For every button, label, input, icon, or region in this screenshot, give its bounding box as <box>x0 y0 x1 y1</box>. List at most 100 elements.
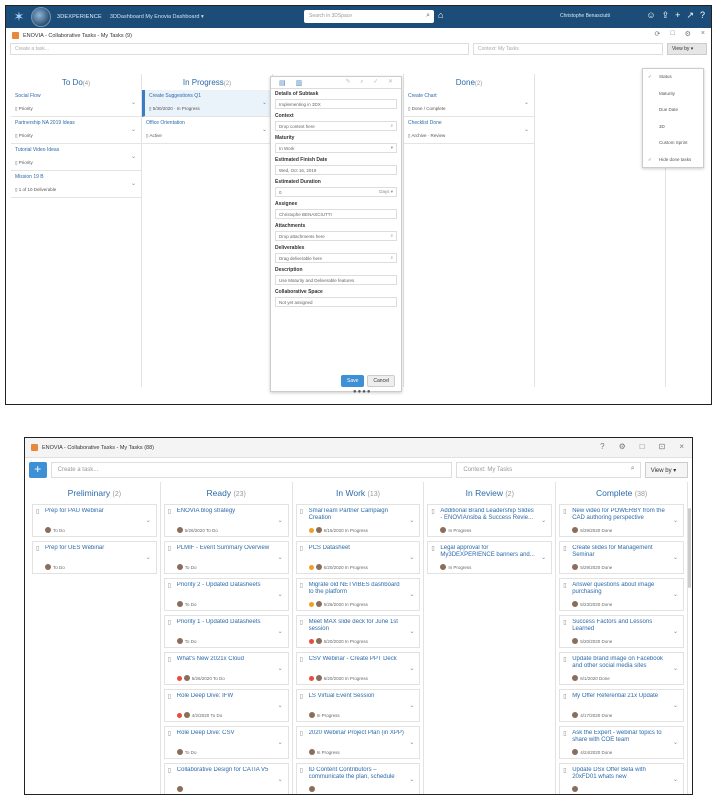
task-card[interactable]: ▯ Create slides for Management Seminar ⌄ 5/… <box>559 541 684 574</box>
search-icon[interactable]: ⌕ <box>426 12 430 20</box>
task-card[interactable]: ▯ Legal approval for My3DEXPERIENCE banne… <box>427 541 553 574</box>
task-card[interactable]: Office Orientation ▯ Active ⌄ <box>142 117 272 144</box>
task-title[interactable]: ENOVIA blog strategy <box>177 508 284 515</box>
chevron-down-icon[interactable]: ⌄ <box>673 591 678 598</box>
chevron-down-icon[interactable]: ⌄ <box>146 554 151 561</box>
view-by-button[interactable]: View by ▾ <box>644 462 689 478</box>
task-card[interactable]: ▯ What's New 2021x Cloud ⌄ 6/26/2020 To Do <box>163 652 289 685</box>
task-title[interactable]: Migrate old NETVIBES dashboard to the pl… <box>309 582 416 596</box>
settings-icon[interactable]: ⚙ <box>619 442 626 451</box>
task-card[interactable]: Mission 19 B ▯ 1 of 10 Deliverable ⌄ <box>11 171 141 198</box>
dashboard-label[interactable]: 3DDashboard My Enovia Dashboard ▾ <box>110 14 204 20</box>
context-input[interactable]: Context: My Tasks <box>473 43 663 55</box>
search-icon[interactable]: ⌕ <box>390 123 393 128</box>
chevron-down-icon[interactable]: ⌄ <box>541 554 546 561</box>
task-card[interactable]: ▯ Answer questions about image purchasing… <box>559 578 684 611</box>
task-title[interactable]: Create slides for Management Seminar <box>572 545 679 559</box>
user-icon[interactable]: ☺ <box>646 10 655 21</box>
field-value[interactable]: Christophe BENASCIUTTI <box>275 209 397 219</box>
task-card[interactable]: Tutorial Video Ideas ▯ Priority ⌄ <box>11 144 141 171</box>
settings-icon[interactable]: ⚙ <box>685 30 691 38</box>
maximize-icon[interactable]: □ <box>670 30 674 38</box>
task-title[interactable]: Answer questions about image purchasing <box>572 582 679 596</box>
task-card[interactable]: ▯ Update DSx Offer Beta with 20xFD01 what… <box>559 763 684 794</box>
chevron-down-icon[interactable]: ⌄ <box>278 702 283 709</box>
add-icon[interactable]: + <box>675 10 680 21</box>
task-title[interactable]: Additional Brand Leadership Slides - ENO… <box>440 508 547 522</box>
chevron-down-icon[interactable]: ⌄ <box>131 99 136 106</box>
close-icon[interactable]: × <box>679 442 684 451</box>
view-by-option[interactable]: ✓ Hide done tasks <box>643 152 703 169</box>
context-input[interactable]: Context: My Tasks ⌕ <box>456 462 641 478</box>
tag-icon[interactable]: ⌂ <box>438 10 443 20</box>
task-title[interactable]: Update brand image on Facebook and other… <box>572 656 679 670</box>
task-card[interactable]: ▯ Priority 1 - Updated Datasheets ⌄ To Do <box>163 615 289 648</box>
task-title[interactable]: Checklist Done <box>408 120 530 126</box>
task-card[interactable]: ▯ Priority 2 - Updated Datasheets ⌄ To Do <box>163 578 289 611</box>
chevron-down-icon[interactable]: ⌄ <box>409 591 414 598</box>
chevron-down-icon[interactable]: ⌄ <box>409 739 414 746</box>
task-card[interactable]: ▯ Additional Brand Leadership Slides - EN… <box>427 504 553 537</box>
chevron-down-icon[interactable]: ⌄ <box>278 554 283 561</box>
task-card[interactable]: ▯ LS Virtual Event Session ⌄ In Progress <box>295 689 421 722</box>
chevron-down-icon[interactable]: ⌄ <box>278 665 283 672</box>
activity-tab-icon[interactable]: ▥ <box>296 79 303 87</box>
task-title[interactable]: Role Deep Dive: IFW <box>177 693 284 700</box>
task-title[interactable]: ID Content Contributors – communicate th… <box>309 767 416 781</box>
task-title[interactable]: Role Deep Dive: CSV <box>177 730 284 737</box>
task-title[interactable]: PLMIF - Event Summary Overview <box>177 545 284 552</box>
view-by-button[interactable]: View by ▾ <box>667 43 707 55</box>
chevron-down-icon[interactable]: ⌄ <box>673 776 678 783</box>
task-card[interactable]: ▯ PLMIF - Event Summary Overview ⌄ To Do <box>163 541 289 574</box>
chevron-down-icon[interactable]: ▾ <box>391 145 393 151</box>
chevron-down-icon[interactable]: ⌄ <box>409 702 414 709</box>
refresh-icon[interactable]: ⟳ <box>655 30 661 38</box>
compass-icon[interactable]: ✶ <box>11 9 27 25</box>
task-title[interactable]: Office Orientation <box>146 120 268 126</box>
cancel-button[interactable]: Cancel <box>367 375 395 387</box>
chevron-down-icon[interactable]: ⌄ <box>409 776 414 783</box>
task-title[interactable]: Create Suggestions Q1 <box>149 93 268 99</box>
task-title[interactable]: Ask the Expert - webinar topics to share… <box>572 730 679 744</box>
pager-dots[interactable]: ●●●● <box>353 389 372 395</box>
fullscreen-icon[interactable]: ⊡ <box>659 442 666 451</box>
task-card[interactable]: ▯ PCS Datasheet ⌄ 6/20/2020 In Progress <box>295 541 421 574</box>
task-title[interactable]: CSV Webinar - Create PPT Deck <box>309 656 416 663</box>
task-card[interactable]: ▯ Role Deep Dive: CSV ⌄ To Do <box>163 726 289 759</box>
task-title[interactable]: Update DSx Offer Beta with 20xFD01 whats… <box>572 767 679 781</box>
task-title[interactable]: Prep for PAU Webinar <box>45 508 152 515</box>
view-by-option[interactable]: Maturity <box>643 86 703 103</box>
compass-apps-icon[interactable]: ↗ <box>686 10 694 21</box>
field-value[interactable]: Drop context here ⌕ <box>275 121 397 131</box>
task-card[interactable]: ▯ CSV Webinar - Create PPT Deck ⌄ 6/20/2020… <box>295 652 421 685</box>
create-task-input[interactable]: Create a task... <box>10 43 469 55</box>
help-icon[interactable]: ? <box>600 442 604 451</box>
chevron-down-icon[interactable]: ⌄ <box>409 517 414 524</box>
task-card[interactable]: ▯ Prep for UES Webinar ⌄ To Do <box>32 541 157 574</box>
chevron-down-icon[interactable]: ⌄ <box>278 739 283 746</box>
view-by-option[interactable]: 3D <box>643 119 703 136</box>
maximize-icon[interactable]: □ <box>640 442 645 451</box>
task-title[interactable]: Meet MAX slide deck for June 1st session <box>309 619 416 633</box>
task-card[interactable]: ▯ New video for POWERBY from the CAD auth… <box>559 504 684 537</box>
chevron-down-icon[interactable]: ⌄ <box>673 702 678 709</box>
search-icon[interactable]: ⌕ <box>390 233 393 238</box>
task-card[interactable]: ▯ Meet MAX slide deck for June 1st sessio… <box>295 615 421 648</box>
user-name[interactable]: Christophe Benasciutti <box>560 13 610 19</box>
task-card[interactable]: Social Flow ▯ Priority ⌄ <box>11 90 141 117</box>
search-icon[interactable]: ⌕ <box>390 255 393 260</box>
task-title[interactable]: Partnership NA 2019 Ideas <box>15 120 137 126</box>
chevron-down-icon[interactable]: ⌄ <box>278 517 283 524</box>
field-value[interactable]: Drag deliverable here ⌕ <box>275 253 397 263</box>
task-card[interactable]: ▯ ENOVIA blog strategy ⌄ 5/26/2020 To Do <box>163 504 289 537</box>
task-card[interactable]: ▯ Success Factors and Lessons Learned ⌄ 5/2… <box>559 615 684 648</box>
task-title[interactable]: SmarTeam Partner Campaign Creation <box>309 508 416 522</box>
task-title[interactable]: 2020 Webinar Project Plan (in XPP) <box>309 730 416 737</box>
panel-action-icons[interactable]: ✎ ⌕ ✓ ✕ <box>346 78 397 86</box>
chevron-down-icon[interactable]: ⌄ <box>278 591 283 598</box>
chevron-down-icon[interactable]: ⌄ <box>673 665 678 672</box>
chevron-down-icon[interactable]: ⌄ <box>146 517 151 524</box>
unit-select[interactable]: Days ▾ <box>379 189 393 195</box>
field-value[interactable]: Wed, Oct 16, 2019 <box>275 165 397 175</box>
task-card[interactable]: ▯ Migrate old NETVIBES dashboard to the p… <box>295 578 421 611</box>
